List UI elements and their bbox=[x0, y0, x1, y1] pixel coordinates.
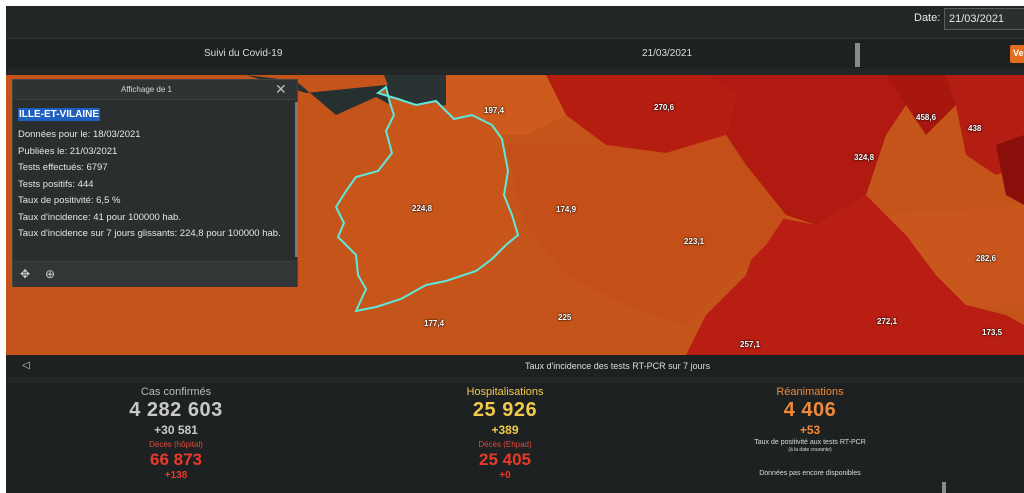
map-label: 224,8 bbox=[412, 204, 433, 213]
hospital-deaths-delta: +138 bbox=[164, 470, 188, 481]
stat-reanimations: Réanimations 4 406 +53 Taux de positivit… bbox=[730, 383, 890, 477]
popup-line: Taux de positivité: 6,5 % bbox=[18, 195, 121, 206]
cases-title: Cas confirmés bbox=[140, 386, 212, 398]
popup-line: Tests effectués: 6797 bbox=[18, 162, 108, 173]
popup-line: Publiées le: 21/03/2021 bbox=[18, 145, 118, 157]
info-popup: Affichage de 1 ✕ ILLE-ET-VILAINE Données… bbox=[12, 79, 298, 287]
map-label: 197,4 bbox=[484, 106, 505, 115]
department-name: ILLE-ET-VILAINE bbox=[18, 108, 100, 121]
stats-panel: Cas confirmés 4 282 603 +30 581 Décès (h… bbox=[6, 383, 1024, 493]
close-icon[interactable]: ✕ bbox=[275, 81, 287, 98]
hosp-delta: +389 bbox=[491, 423, 519, 437]
map-label: 324,8 bbox=[854, 153, 875, 162]
map-label: 272,1 bbox=[877, 317, 898, 326]
hospital-deaths-value: 66 873 bbox=[150, 450, 202, 469]
header-scrollbar[interactable] bbox=[855, 43, 860, 67]
map-label: 458,6 bbox=[916, 113, 937, 122]
popup-line: Taux d'incidence: 41 pour 100000 hab. bbox=[18, 211, 181, 223]
stat-cases: Cas confirmés 4 282 603 +30 581 Décès (h… bbox=[106, 383, 246, 482]
map-label: 223,1 bbox=[684, 237, 705, 246]
popup-line: Données pour le: 18/03/2021 bbox=[18, 129, 141, 140]
map-label: 270,6 bbox=[654, 103, 675, 112]
header-strip: Suivi du Covid-19 21/03/2021 Ve bbox=[6, 38, 1024, 68]
pan-icon[interactable]: ✥ bbox=[20, 267, 30, 281]
popup-line: Taux d'incidence sur 7 jours glissants: … bbox=[18, 228, 281, 239]
popup-line: Tests positifs: 444 bbox=[18, 178, 94, 190]
dashboard: Date: 21/03/2021 Suivi du Covid-19 21/03… bbox=[6, 6, 1024, 493]
popup-header: Affichage de 1 ✕ bbox=[13, 80, 297, 100]
rea-title: Réanimations bbox=[776, 386, 844, 398]
header-orange-button[interactable]: Ve bbox=[1010, 45, 1024, 63]
map-label: 438 bbox=[968, 124, 982, 133]
date-label: Date: bbox=[914, 12, 941, 24]
popup-body: ILLE-ET-VILAINE Données pour le: 18/03/2… bbox=[18, 104, 290, 243]
map-label: 225 bbox=[558, 313, 572, 322]
ehpad-deaths-value: 25 405 bbox=[479, 450, 531, 469]
stats-scrollbar[interactable] bbox=[942, 482, 946, 493]
data-pending-text: Données pas encore disponibles bbox=[759, 470, 861, 477]
positivity-note-sub: (à la date courante) bbox=[788, 447, 832, 453]
date-bar: Date: 21/03/2021 bbox=[6, 6, 1024, 32]
collapse-arrow-icon[interactable]: ◁ bbox=[22, 360, 30, 371]
hosp-title: Hospitalisations bbox=[466, 386, 544, 398]
hosp-value: 25 926 bbox=[472, 399, 538, 421]
hospital-deaths-label: Décès (hôpital) bbox=[149, 440, 203, 449]
stat-hospitalisations: Hospitalisations 25 926 +389 Décès (Ehpa… bbox=[435, 383, 575, 482]
positivity-note: Taux de positivité aux tests RT-PCR bbox=[754, 439, 866, 446]
rea-delta: +53 bbox=[799, 423, 821, 437]
map-label: 177,4 bbox=[424, 319, 445, 328]
map-legend-bar: ◁ Taux d'incidence des tests RT-PCR sur … bbox=[6, 355, 1024, 377]
rea-value: 4 406 bbox=[783, 399, 837, 421]
map-label: 257,1 bbox=[740, 340, 761, 349]
map-label: 173,5 bbox=[982, 328, 1003, 337]
ehpad-deaths-label: Décès (Ehpad) bbox=[478, 440, 532, 449]
map-label: 174,9 bbox=[556, 205, 577, 214]
cases-value: 4 282 603 bbox=[129, 399, 223, 421]
ehpad-deaths-delta: +0 bbox=[499, 470, 511, 481]
cases-delta: +30 581 bbox=[154, 423, 198, 437]
header-title: Suivi du Covid-19 bbox=[204, 48, 283, 59]
popup-header-title: Affichage de 1 bbox=[121, 85, 173, 94]
map-layer-title: Taux d'incidence des tests RT-PCR sur 7 … bbox=[525, 361, 711, 371]
map-label: 282,6 bbox=[976, 254, 997, 263]
popup-scrollbar[interactable] bbox=[295, 102, 298, 257]
zoom-icon[interactable]: ⊕ bbox=[45, 267, 55, 281]
date-input[interactable]: 21/03/2021 bbox=[944, 8, 1024, 30]
popup-toolbar: ✥ ⊕ bbox=[13, 261, 297, 287]
header-date: 21/03/2021 bbox=[642, 48, 693, 59]
